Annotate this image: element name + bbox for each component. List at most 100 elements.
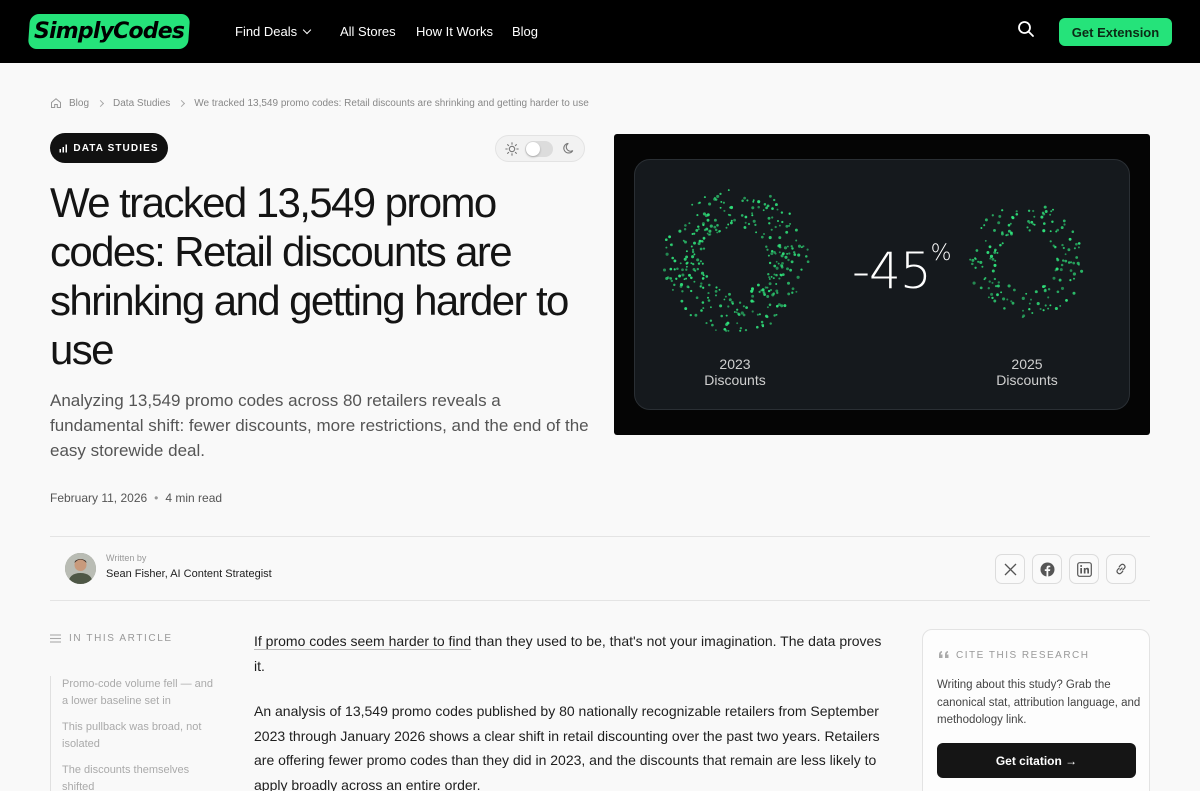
ring-2023-dot xyxy=(747,222,751,226)
change-value: -45 xyxy=(852,242,932,300)
ring-2023-dot xyxy=(790,245,793,248)
ring-2025-dot xyxy=(1080,269,1084,273)
ring-2023-dot xyxy=(765,245,768,248)
ring-2023-dot xyxy=(793,253,797,256)
home-icon[interactable] xyxy=(50,97,62,109)
toc-item[interactable]: This pullback was broad, not isolated xyxy=(51,719,215,753)
ring-2025-dot xyxy=(971,258,975,262)
ring-2023-dot xyxy=(666,276,670,279)
ring-2023-dot xyxy=(806,260,810,264)
ring-2023-dot xyxy=(773,198,776,202)
ring-2023-dot xyxy=(778,224,781,227)
ring-2023-dot xyxy=(678,274,682,278)
ring-2025-dot xyxy=(991,296,994,300)
ring-2025-dot xyxy=(1077,246,1080,249)
ring-2023-dot xyxy=(806,248,809,251)
ring-2023-dot xyxy=(693,253,696,256)
ring-2023-dot xyxy=(752,199,755,202)
ring-2023-dot xyxy=(765,206,768,210)
toggle-track[interactable] xyxy=(525,141,553,157)
ring-2025-dot xyxy=(1007,223,1011,227)
ring-2025-dot xyxy=(1015,213,1019,216)
promo-codes-link[interactable]: If promo codes seem harder to find xyxy=(254,633,471,649)
ring-2023-dot xyxy=(783,246,788,250)
ring-2025-dot xyxy=(1064,253,1067,256)
simplycodes-logo[interactable]: SimplyCodes xyxy=(27,14,191,49)
ring-2023-dot xyxy=(669,267,673,271)
ring-2025-dot xyxy=(989,257,992,260)
ring-2025-dot xyxy=(984,276,987,280)
toc-item[interactable]: Promo-code volume fell — and a lower bas… xyxy=(51,676,215,710)
ring-2025-dot xyxy=(1027,209,1031,212)
ring-2025-dot xyxy=(1049,230,1052,233)
ring-2023-dot xyxy=(775,260,778,263)
ring-2023-dot xyxy=(697,228,700,231)
search-icon[interactable] xyxy=(1017,20,1035,38)
ring-2025-dot xyxy=(1075,242,1078,246)
ring-2023-dot xyxy=(685,277,688,280)
ring-2025-dot xyxy=(979,260,983,264)
ring-2023-dot xyxy=(773,314,776,317)
ring-2025-dot xyxy=(1042,285,1045,289)
ring-2025-dot xyxy=(998,214,1002,218)
ring-2023-dot xyxy=(751,294,755,298)
ring-2025-dot xyxy=(1003,307,1006,310)
ring-2023-dot xyxy=(665,252,669,256)
ring-2023-dot xyxy=(668,235,672,239)
breadcrumb-blog[interactable]: Blog xyxy=(69,98,89,109)
ring-2023-dot xyxy=(770,252,774,256)
ring-2023-dot xyxy=(678,229,682,233)
ring-2023-dot xyxy=(706,218,710,222)
ring-2023-dot xyxy=(688,222,691,225)
ring-2023-dot xyxy=(796,275,800,279)
toc-item[interactable]: The discounts themselves shifted xyxy=(51,762,215,791)
ring-2025-dot xyxy=(1060,286,1065,290)
ring-2023-dot xyxy=(707,299,711,302)
nav-find-deals[interactable]: Find Deals xyxy=(235,24,312,40)
article-body: If promo codes seem harder to find than … xyxy=(254,629,894,791)
ring-2025-dot xyxy=(987,296,990,299)
nav-all-stores[interactable]: All Stores xyxy=(340,24,396,40)
chevron-right-icon xyxy=(178,99,186,107)
ring-2025-dot xyxy=(1069,279,1072,282)
top-nav: SimplyCodes Find Deals All Stores How It… xyxy=(0,0,1200,63)
ring-2025-dot xyxy=(1013,288,1016,292)
ring-2023-dot xyxy=(768,303,772,307)
ring-2023-dot xyxy=(774,203,778,207)
ring-2025-dot xyxy=(993,263,997,267)
get-citation-button[interactable]: Get citation → xyxy=(937,743,1136,778)
ring-2023-dot xyxy=(722,201,725,204)
nav-how-it-works[interactable]: How It Works xyxy=(416,24,493,40)
copy-link-button[interactable] xyxy=(1106,554,1136,584)
ring-2023-dot xyxy=(671,256,675,260)
ring-2023-dot xyxy=(766,286,769,289)
ring-2023-dot xyxy=(727,330,730,332)
share-x-button[interactable] xyxy=(995,554,1025,584)
ring-2023-dot xyxy=(694,313,698,317)
ring-2023-dot xyxy=(725,323,729,326)
ring-2023-dot xyxy=(707,213,710,216)
ring-2025-dot xyxy=(1028,302,1031,305)
breadcrumb-data-studies[interactable]: Data Studies xyxy=(113,98,170,109)
toggle-knob[interactable] xyxy=(526,142,540,156)
share-linkedin-button[interactable] xyxy=(1069,554,1099,584)
ring-2023-dot xyxy=(766,295,770,298)
ring-2025-dot xyxy=(977,260,980,263)
share-facebook-button[interactable] xyxy=(1032,554,1062,584)
ring-2023-dot xyxy=(691,255,695,259)
get-extension-button[interactable]: Get Extension xyxy=(1059,18,1172,46)
nav-blog[interactable]: Blog xyxy=(512,24,538,40)
author-name[interactable]: Sean Fisher, AI Content Strategist xyxy=(106,568,272,580)
ring-2023-dot xyxy=(776,208,779,211)
paragraph-1: If promo codes seem harder to find than … xyxy=(254,629,894,678)
ring-2025-dot xyxy=(1051,220,1054,224)
ring-2023-dot xyxy=(708,283,711,287)
theme-toggle[interactable] xyxy=(495,135,585,162)
ring-2023-dot xyxy=(768,261,772,265)
ring-2025-dot xyxy=(996,284,1000,288)
category-tag[interactable]: DATA STUDIES xyxy=(50,133,168,163)
ring-2025-dot xyxy=(1028,229,1031,232)
ring-2025-dot xyxy=(994,249,997,252)
ring-2023-dot xyxy=(743,196,746,200)
ring-2025-dot xyxy=(975,249,979,252)
